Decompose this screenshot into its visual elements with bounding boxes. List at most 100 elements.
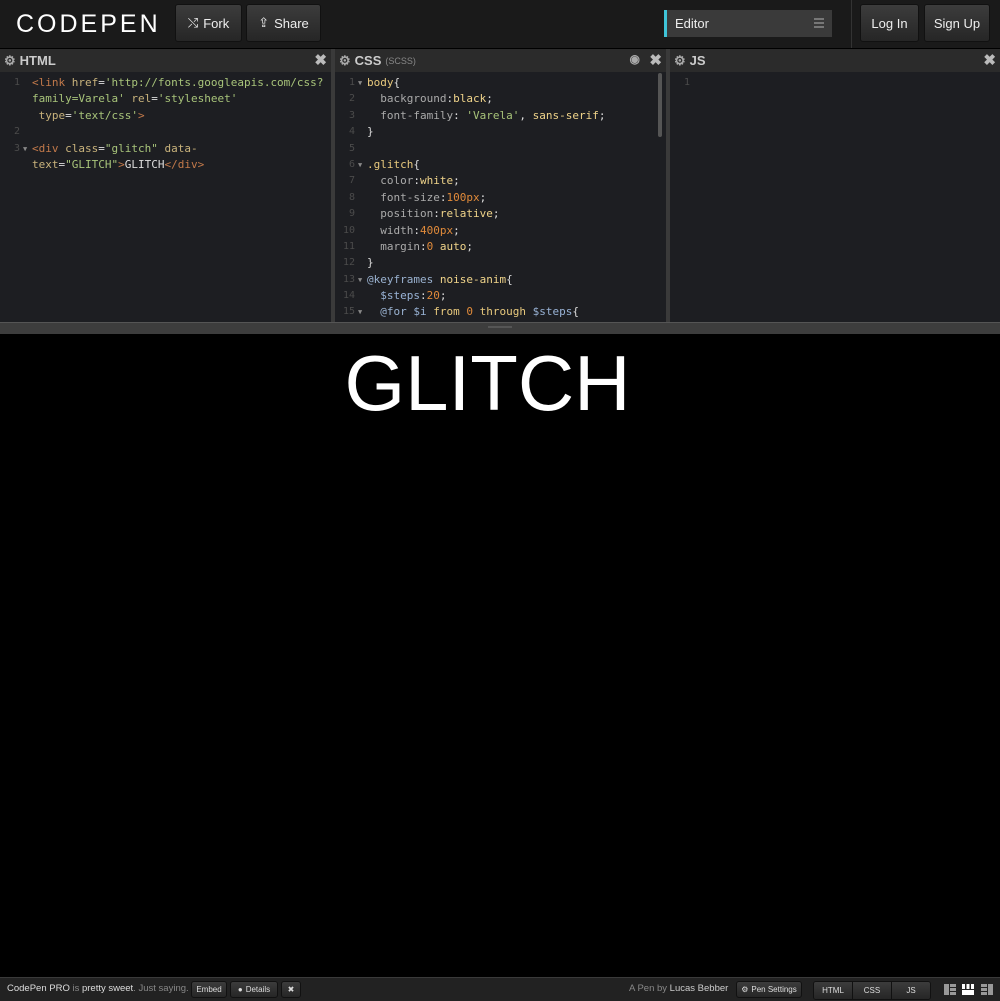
code-token: $steps bbox=[380, 289, 420, 303]
line-number: 3 bbox=[348, 109, 355, 121]
signup-button[interactable]: Sign Up bbox=[924, 4, 990, 42]
header-divider bbox=[851, 0, 852, 48]
code-line: 3 font-family: 'Varela', sans-serif; bbox=[335, 108, 666, 124]
line-number: 1 bbox=[683, 77, 690, 88]
layout-right-icon[interactable] bbox=[981, 984, 993, 995]
code-token: 'text/css' bbox=[71, 108, 138, 122]
code-token: "glitch" bbox=[104, 141, 158, 155]
css-code-editor[interactable]: 1 ▼ body{2 background:black; 3 font-family:… bbox=[335, 75, 666, 321]
code-token: > bbox=[137, 108, 145, 122]
code-token: type bbox=[38, 108, 66, 122]
js-pane[interactable]: ⚙ JS ✖ 1 bbox=[670, 49, 1000, 322]
embed-label: Embed bbox=[196, 985, 222, 994]
fold-arrow-icon[interactable]: ▼ bbox=[358, 272, 362, 288]
code-text: @for $i from 0 through $steps{ bbox=[367, 304, 579, 320]
grip-icon bbox=[488, 326, 512, 328]
code-token: : bbox=[413, 174, 420, 188]
code-line: 6 ▼ .glitch{ bbox=[335, 157, 666, 173]
code-token: = bbox=[151, 92, 158, 106]
js-pane-title: JS bbox=[689, 53, 706, 68]
toggle-html-tab[interactable]: HTML bbox=[814, 982, 853, 999]
share-button[interactable]: ⇪ Share bbox=[246, 4, 321, 42]
code-token: 'http://fonts.googleapis.com/css? bbox=[104, 76, 324, 89]
html-code-editor[interactable]: 1 <link href='http://fonts.googleapis.com… bbox=[0, 75, 331, 173]
code-token: : bbox=[413, 223, 420, 237]
code-token: .glitch bbox=[367, 157, 414, 171]
login-button[interactable]: Log In bbox=[860, 4, 919, 42]
line-number: 5 bbox=[348, 142, 355, 154]
top-bar: CODEPEN ⤭ Fork ⇪ Share Editor Log In Sig… bbox=[0, 0, 1000, 49]
code-token: @for bbox=[380, 305, 407, 319]
fold-arrow-icon[interactable]: ▼ bbox=[358, 75, 362, 91]
code-token: <div bbox=[32, 141, 66, 155]
code-token: > bbox=[118, 157, 125, 171]
css-pane[interactable]: ⚙ CSS (SCSS) ◉ ✖ 1 ▼ body{2 background:bla… bbox=[335, 49, 666, 322]
toggle-css-tab[interactable]: CSS bbox=[853, 982, 892, 999]
code-line: type='text/css'> bbox=[0, 108, 331, 124]
code-token: auto bbox=[439, 239, 467, 253]
css-pane-header: ⚙ CSS (SCSS) ◉ ✖ bbox=[335, 49, 666, 72]
code-text: @keyframes noise-anim{ bbox=[367, 272, 513, 288]
code-text: margin:0 auto; bbox=[367, 239, 473, 255]
gear-icon[interactable]: ⚙ bbox=[339, 53, 351, 69]
close-footer-button[interactable]: ✖ bbox=[281, 981, 301, 998]
close-icon[interactable]: ✖ bbox=[314, 51, 327, 69]
code-token: href bbox=[71, 76, 99, 89]
footer-bar: CodePen PRO is pretty sweet. Just saying… bbox=[0, 977, 1000, 1001]
close-icon: ✖ bbox=[287, 985, 295, 994]
code-line: text="GLITCH">GLITCH</div> bbox=[0, 157, 331, 173]
code-line: 3 ▼ <div class="glitch" data- bbox=[0, 141, 331, 157]
code-line: 14 $steps:20; bbox=[335, 288, 666, 304]
code-token: </div> bbox=[164, 157, 205, 171]
html-pane[interactable]: ⚙ HTML ✖ 1 <link href='http://fonts.googl… bbox=[0, 49, 331, 322]
pen-settings-label: Pen Settings bbox=[751, 985, 797, 994]
hamburger-icon bbox=[814, 18, 824, 30]
embed-button[interactable]: Embed bbox=[191, 981, 227, 998]
pen-settings-button[interactable]: ⚙ Pen Settings bbox=[736, 981, 802, 998]
fold-arrow-icon[interactable]: ▼ bbox=[358, 157, 362, 173]
close-icon[interactable]: ✖ bbox=[649, 51, 662, 69]
code-text: .glitch{ bbox=[367, 157, 420, 173]
code-text: text="GLITCH">GLITCH</div> bbox=[32, 157, 204, 173]
code-token: 0 bbox=[466, 305, 473, 319]
layout-left-icon[interactable] bbox=[944, 984, 956, 995]
fold-arrow-icon[interactable]: ▼ bbox=[23, 141, 27, 157]
view-mode-select[interactable]: Editor bbox=[664, 10, 832, 37]
eye-icon[interactable]: ◉ bbox=[630, 52, 640, 66]
code-token: background bbox=[380, 92, 447, 106]
code-token: < bbox=[32, 76, 39, 89]
code-text: font-family: 'Varela', sans-serif; bbox=[367, 108, 605, 124]
promo-pro-link[interactable]: CodePen PRO bbox=[7, 983, 70, 994]
css-scrollbar[interactable] bbox=[658, 73, 662, 137]
code-text: } bbox=[367, 255, 374, 271]
close-icon[interactable]: ✖ bbox=[983, 51, 996, 69]
code-token: } bbox=[367, 125, 374, 139]
code-token: relative bbox=[439, 207, 493, 221]
code-line: 4} bbox=[335, 124, 666, 140]
fork-button[interactable]: ⤭ Fork bbox=[175, 4, 242, 42]
toggle-js-tab[interactable]: JS bbox=[892, 982, 930, 999]
code-text: position:relative; bbox=[367, 206, 499, 222]
code-token: 'Varela' bbox=[466, 108, 520, 122]
glitch-text: GLITCH bbox=[344, 339, 631, 427]
gear-icon[interactable]: ⚙ bbox=[4, 53, 16, 69]
code-token: body bbox=[367, 76, 394, 89]
details-button[interactable]: ● Details bbox=[230, 981, 278, 998]
codepen-logo[interactable]: CODEPEN bbox=[14, 10, 161, 38]
gear-icon[interactable]: ⚙ bbox=[674, 53, 686, 69]
code-token: "GLITCH" bbox=[65, 157, 119, 171]
js-code-editor[interactable]: 1 bbox=[670, 75, 1000, 91]
code-text: background:black; bbox=[367, 91, 493, 107]
code-token: : bbox=[433, 207, 440, 221]
layout-top-icon[interactable] bbox=[962, 984, 974, 995]
author-prefix: A Pen by bbox=[629, 983, 670, 994]
code-text: $steps:20; bbox=[367, 288, 446, 304]
author-link[interactable]: Lucas Bebber bbox=[670, 983, 729, 994]
code-token: font-size bbox=[380, 190, 440, 204]
fold-arrow-icon[interactable]: ▼ bbox=[358, 304, 362, 320]
author-credit: A Pen by Lucas Bebber bbox=[629, 983, 728, 994]
